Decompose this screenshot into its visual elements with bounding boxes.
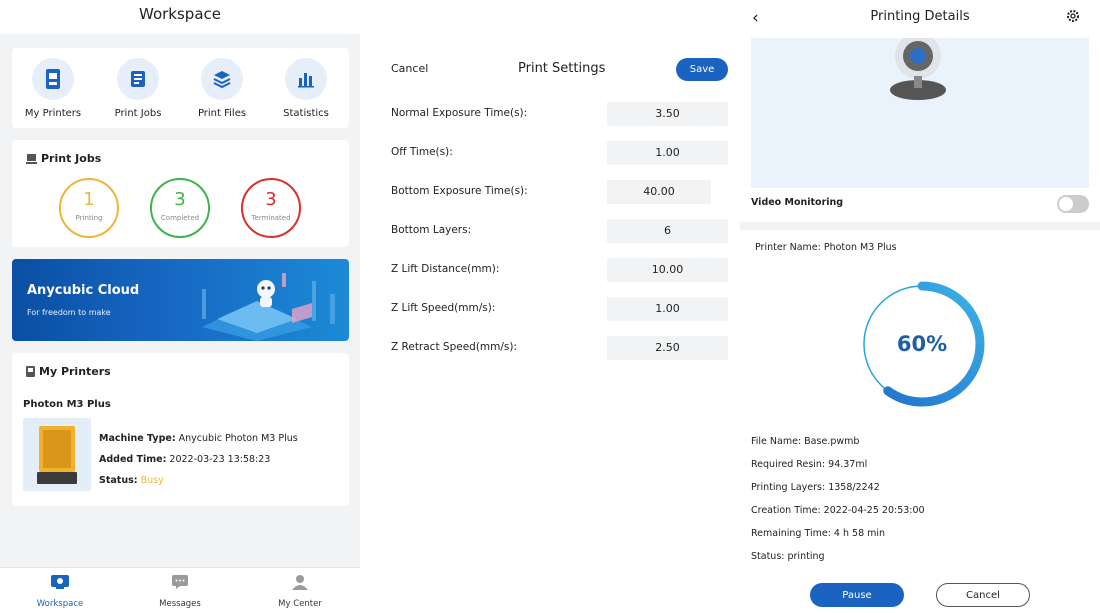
cancel-print-button[interactable]: Cancel [936, 583, 1030, 607]
printer-heading-icon [26, 366, 35, 377]
workspace-icon [51, 575, 69, 589]
normal-exposure-field[interactable]: 3.50 [607, 102, 728, 126]
anycubic-cloud-banner[interactable]: Anycubic Cloud For freedom to make [12, 259, 349, 341]
printer-image [37, 426, 77, 484]
bottom-exposure-field[interactable]: 40.00 [607, 180, 711, 204]
quick-link-print-files[interactable]: Print Files [187, 58, 257, 119]
files-icon [201, 58, 243, 100]
printer-name[interactable]: Photon M3 Plus [23, 399, 111, 410]
webcam-icon [890, 33, 946, 100]
printer-info: Machine Type: Anycubic Photon M3 Plus Ad… [99, 433, 298, 486]
toggle-knob [1059, 197, 1073, 211]
bottom-tabbar: Workspace Messages My Center [0, 567, 360, 613]
tab-workspace[interactable]: Workspace [20, 574, 100, 609]
print-settings-title: Print Settings [518, 61, 606, 76]
printer-thumbnail[interactable] [23, 418, 91, 491]
printing-details-panel: ‹ Printing Details Video Monitoring Prin… [740, 0, 1100, 613]
save-button[interactable]: Save [676, 58, 728, 81]
video-monitoring-row: Video Monitoring [751, 190, 1089, 220]
statistics-icon [285, 58, 327, 100]
video-feed[interactable] [751, 33, 1089, 188]
print-settings-panel: Cancel Print Settings Save Normal Exposu… [360, 0, 756, 613]
my-printers-heading: My Printers [26, 365, 111, 378]
progress-ring: 60% [859, 281, 985, 407]
setting-row: Normal Exposure Time(s): 3.50 [391, 102, 731, 126]
workspace-panel: Workspace My Printers Print Jobs Print F… [0, 0, 360, 613]
creation-time: Creation Time: 2022-04-25 20:53:00 [751, 505, 925, 516]
jobs-icon [117, 58, 159, 100]
printer-icon [32, 58, 74, 100]
setting-row: Z Lift Distance(mm): 10.00 [391, 258, 731, 282]
printing-details-title: Printing Details [870, 9, 970, 24]
print-jobs-heading: Print Jobs [26, 152, 101, 165]
printing-layers: Printing Layers: 1358/2242 [751, 482, 880, 493]
quick-link-my-printers[interactable]: My Printers [18, 58, 88, 119]
status-badge: Busy [140, 475, 164, 486]
setting-row: Bottom Exposure Time(s): 40.00 [391, 180, 756, 204]
setting-row: Off Time(s): 1.00 [391, 141, 731, 165]
cancel-link[interactable]: Cancel [391, 62, 428, 75]
banner-illustration [202, 273, 335, 341]
video-monitoring-toggle[interactable] [1057, 195, 1089, 213]
quick-link-print-jobs[interactable]: Print Jobs [103, 58, 173, 119]
workspace-title: Workspace [0, 0, 360, 34]
tab-messages[interactable]: Messages [140, 574, 220, 609]
print-details-list: File Name: Base.pwmb Required Resin: 94.… [751, 430, 925, 568]
file-name: File Name: Base.pwmb [751, 436, 860, 447]
print-jobs-card: Print Jobs 1 Printing 3 Completed 3 Term… [12, 140, 349, 247]
pause-button[interactable]: Pause [810, 583, 904, 607]
quick-links-card: My Printers Print Jobs Print Files Stati… [12, 48, 349, 128]
required-resin: Required Resin: 94.37ml [751, 459, 868, 470]
my-printers-card: My Printers Photon M3 Plus Machine Type:… [12, 353, 349, 506]
z-lift-speed-field[interactable]: 1.00 [607, 297, 728, 321]
bottom-layers-field[interactable]: 6 [607, 219, 728, 243]
terminated-count-ring[interactable]: 3 Terminated [241, 178, 301, 238]
completed-count-ring[interactable]: 3 Completed [150, 178, 210, 238]
setting-row: Bottom Layers: 6 [391, 219, 731, 243]
remaining-time: Remaining Time: 4 h 58 min [751, 528, 886, 539]
jobs-heading-icon [26, 153, 37, 164]
divider [740, 222, 1100, 230]
print-status: Status: printing [751, 551, 825, 562]
gear-icon[interactable] [1066, 9, 1080, 23]
messages-icon [172, 575, 188, 589]
setting-row: Z Retract Speed(mm/s): 2.50 [391, 336, 731, 360]
z-retract-speed-field[interactable]: 2.50 [607, 336, 728, 360]
printing-count-ring[interactable]: 1 Printing [59, 178, 119, 238]
progress-percent: 60% [896, 332, 948, 356]
printer-name-text: Printer Name: Photon M3 Plus [755, 242, 897, 253]
tab-my-center[interactable]: My Center [260, 574, 340, 609]
off-time-field[interactable]: 1.00 [607, 141, 728, 165]
z-lift-distance-field[interactable]: 10.00 [607, 258, 728, 282]
quick-link-statistics[interactable]: Statistics [271, 58, 341, 119]
user-icon [292, 575, 308, 590]
setting-row: Z Lift Speed(mm/s): 1.00 [391, 297, 731, 321]
